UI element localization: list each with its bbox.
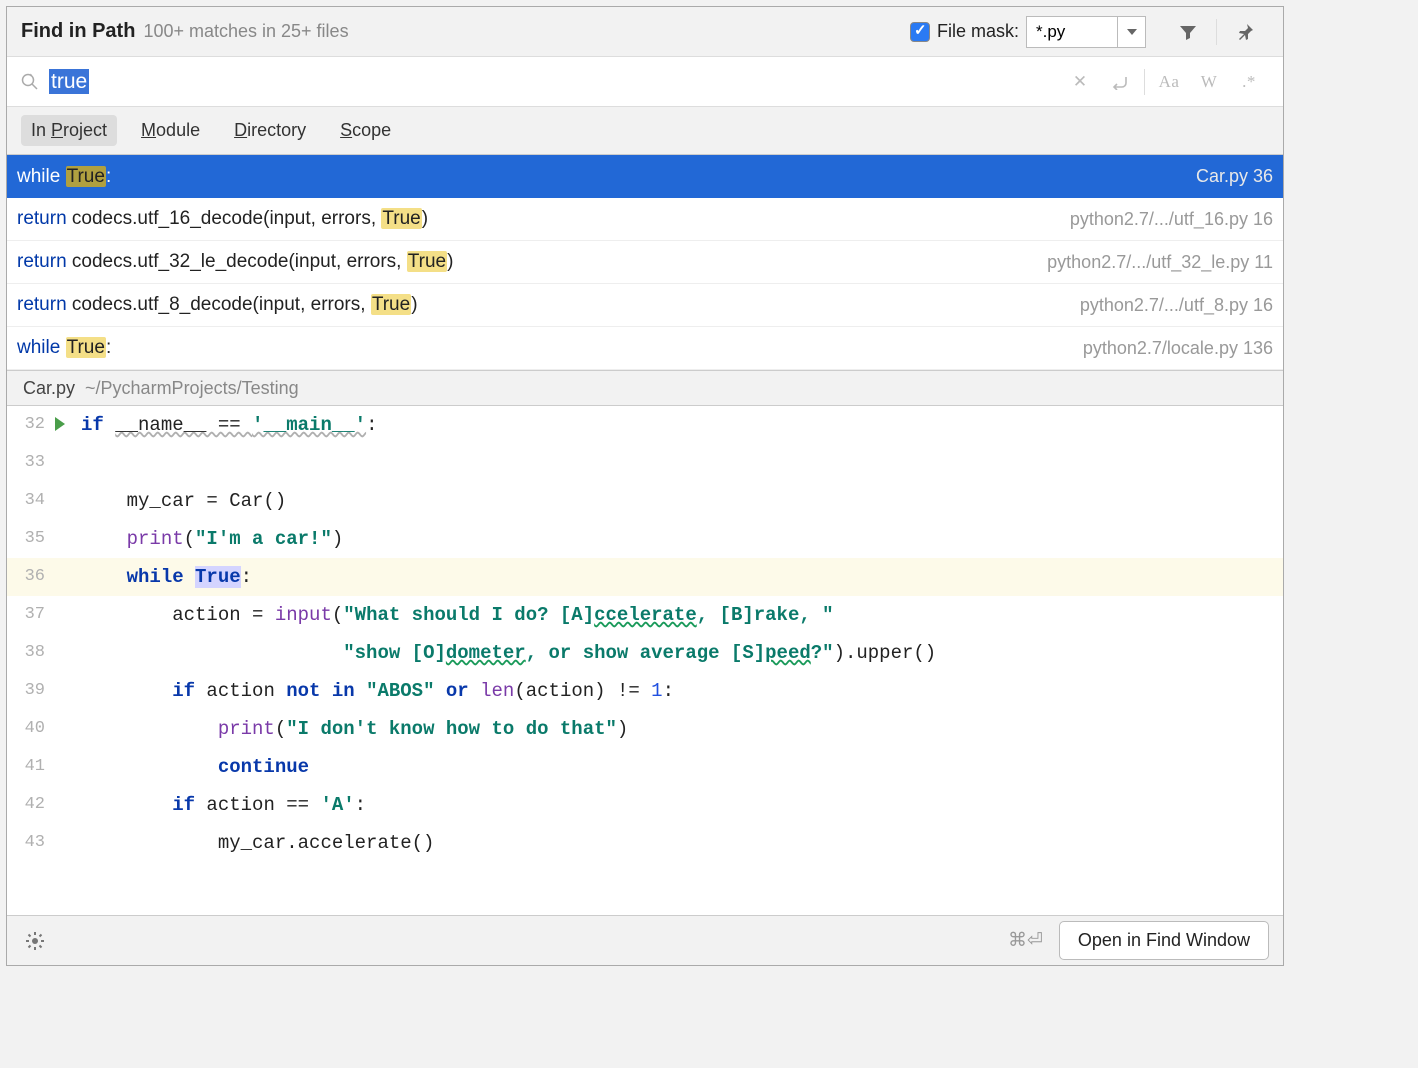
whole-word-toggle[interactable]: W	[1196, 69, 1222, 95]
tab-scope[interactable]: Scope	[330, 115, 401, 146]
preview-editor[interactable]: 32if __name__ == '__main__':3334 my_car …	[7, 406, 1283, 915]
tab-in-project[interactable]: In Project	[21, 115, 117, 146]
search-input[interactable]: true	[49, 70, 1060, 94]
dialog-title: Find in Path	[21, 20, 135, 43]
file-mask-checkbox[interactable]	[910, 22, 930, 42]
preview-file: Car.py	[23, 378, 75, 399]
result-location: python2.7/.../utf_32_le.py 11	[1047, 252, 1273, 273]
result-row[interactable]: while True:Car.py 36	[7, 155, 1283, 198]
results-list: while True:Car.py 36return codecs.utf_16…	[7, 155, 1283, 370]
regex-toggle[interactable]: .*	[1236, 69, 1262, 95]
match-count: 100+ matches in 25+ files	[143, 21, 348, 42]
clear-icon[interactable]: ✕	[1067, 69, 1093, 95]
file-mask-combo[interactable]	[1026, 16, 1146, 48]
result-row[interactable]: while True:python2.7/locale.py 136	[7, 327, 1283, 370]
file-mask-dropdown[interactable]	[1117, 17, 1145, 47]
run-gutter-icon[interactable]	[55, 417, 65, 431]
titlebar: Find in Path 100+ matches in 25+ files F…	[7, 7, 1283, 57]
filter-icon[interactable]	[1172, 16, 1204, 48]
match-case-toggle[interactable]: Aa	[1156, 69, 1182, 95]
tab-directory[interactable]: Directory	[224, 115, 316, 146]
file-mask-label: File mask:	[937, 21, 1019, 42]
new-line-icon[interactable]	[1107, 69, 1133, 95]
preview-header: Car.py ~/PycharmProjects/Testing	[7, 370, 1283, 406]
shortcut-hint: ⌘⏎	[1008, 929, 1043, 952]
search-icon	[21, 73, 39, 91]
find-in-path-dialog: Find in Path 100+ matches in 25+ files F…	[6, 6, 1284, 966]
gear-icon[interactable]	[21, 927, 49, 955]
preview-path: ~/PycharmProjects/Testing	[85, 378, 299, 399]
result-location: python2.7/.../utf_8.py 16	[1080, 295, 1273, 316]
scope-tabs: In Project Module Directory Scope	[7, 107, 1283, 155]
result-location: python2.7/.../utf_16.py 16	[1070, 209, 1273, 230]
open-in-find-window-button[interactable]: Open in Find Window	[1059, 921, 1269, 960]
tab-module[interactable]: Module	[131, 115, 210, 146]
result-row[interactable]: return codecs.utf_16_decode(input, error…	[7, 198, 1283, 241]
pin-icon[interactable]	[1229, 16, 1261, 48]
result-row[interactable]: return codecs.utf_8_decode(input, errors…	[7, 284, 1283, 327]
result-row[interactable]: return codecs.utf_32_le_decode(input, er…	[7, 241, 1283, 284]
file-mask-input[interactable]	[1027, 22, 1117, 42]
result-location: python2.7/locale.py 136	[1083, 338, 1273, 359]
search-row: true ✕ Aa W .*	[7, 57, 1283, 107]
bottom-bar: ⌘⏎ Open in Find Window	[7, 915, 1283, 965]
result-location: Car.py 36	[1196, 166, 1273, 187]
